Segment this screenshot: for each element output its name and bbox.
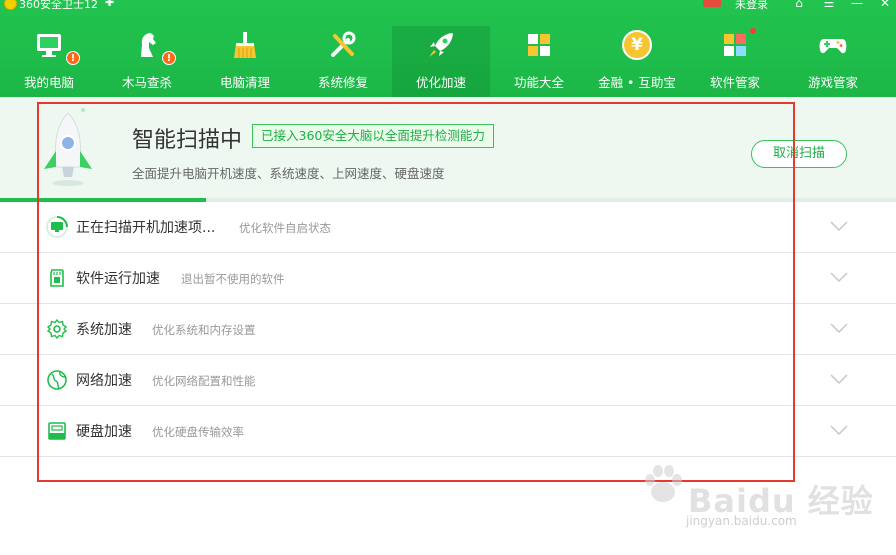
coin-icon: ¥ bbox=[622, 30, 652, 60]
gamepad-icon bbox=[819, 39, 847, 54]
nav-label: 功能大全 bbox=[513, 75, 564, 90]
scanning-monitor-icon bbox=[46, 216, 68, 238]
menu-button[interactable]: ☰ bbox=[820, 0, 838, 10]
baidu-watermark: Baidu 经验 jingyan.baidu.com bbox=[640, 452, 880, 542]
item-subtitle: 优化网络配置和性能 bbox=[152, 374, 256, 388]
rocket-illustration-icon bbox=[44, 108, 92, 186]
watermark-text: Baidu 经验 bbox=[688, 482, 874, 520]
chevron-down-icon[interactable] bbox=[829, 322, 849, 334]
nav-item-all-features[interactable]: 功能大全 bbox=[490, 26, 588, 97]
chevron-down-icon[interactable] bbox=[829, 220, 849, 232]
globe-icon bbox=[47, 370, 67, 390]
list-item-network-acceleration[interactable]: 网络加速 优化网络配置和性能 bbox=[0, 355, 896, 406]
item-title: 系统加速 bbox=[76, 322, 132, 338]
horse-icon bbox=[141, 33, 156, 57]
cancel-scan-button[interactable]: 取消扫描 bbox=[751, 140, 847, 168]
rocket-icon bbox=[429, 33, 453, 57]
nav-item-software[interactable]: 软件管家 bbox=[686, 26, 784, 97]
watermark-url: jingyan.baidu.com bbox=[686, 514, 797, 528]
main-nav: ! 我的电脑 ! 木马查杀 电脑清理 系统修复 优化加速 功能大全 ¥ 金融 •… bbox=[0, 26, 896, 97]
gift-icon[interactable] bbox=[703, 0, 721, 7]
nav-label: 电脑清理 bbox=[219, 75, 270, 90]
nav-label: 游戏管家 bbox=[807, 75, 858, 90]
item-subtitle: 优化硬盘传输效率 bbox=[152, 425, 244, 439]
app-logo-icon bbox=[4, 0, 17, 10]
chevron-down-icon[interactable] bbox=[829, 424, 849, 436]
gear-icon bbox=[46, 318, 68, 340]
nav-item-cleanup[interactable]: 电脑清理 bbox=[196, 26, 294, 97]
item-title: 网络加速 bbox=[76, 373, 132, 389]
item-subtitle: 退出暂不使用的软件 bbox=[181, 272, 285, 286]
item-subtitle: 优化软件自启状态 bbox=[239, 221, 331, 235]
nav-label: 我的电脑 bbox=[23, 75, 74, 90]
skin-button[interactable]: ⌂ bbox=[790, 0, 808, 10]
minimize-button[interactable]: — bbox=[848, 0, 866, 10]
item-title: 软件运行加速 bbox=[76, 271, 160, 287]
item-subtitle: 优化系统和内存设置 bbox=[152, 323, 256, 337]
login-link[interactable]: 未登录 bbox=[735, 0, 768, 12]
nav-item-my-computer[interactable]: ! 我的电脑 bbox=[0, 26, 98, 97]
list-item-software-acceleration[interactable]: 软件运行加速 退出暂不使用的软件 bbox=[0, 253, 896, 304]
list-item-boot-acceleration[interactable]: 正在扫描开机加速项... 优化软件自启状态 bbox=[0, 202, 896, 253]
nav-item-games[interactable]: 游戏管家 bbox=[784, 26, 882, 97]
chevron-down-icon[interactable] bbox=[829, 271, 849, 283]
nav-label: 木马查杀 bbox=[121, 75, 172, 90]
nav-item-optimize[interactable]: 优化加速 bbox=[392, 26, 490, 97]
hard-disk-icon bbox=[48, 422, 66, 440]
item-title: 正在扫描开机加速项... bbox=[76, 220, 216, 236]
alert-badge: ! bbox=[66, 51, 80, 65]
nav-label: 软件管家 bbox=[709, 75, 760, 90]
computer-icon bbox=[37, 34, 61, 57]
list-item-disk-acceleration[interactable]: 硬盘加速 优化硬盘传输效率 bbox=[0, 406, 896, 457]
app-header: 360安全卫士12 ✚ 未登录 ⌂ ☰ — ✕ ! 我的电脑 ! 木马查杀 电脑… bbox=[0, 0, 896, 97]
nav-label: 系统修复 bbox=[317, 75, 368, 90]
sd-card-icon bbox=[50, 269, 64, 287]
item-title: 硬盘加速 bbox=[76, 424, 132, 440]
nav-item-trojan-scan[interactable]: ! 木马查杀 bbox=[98, 26, 196, 97]
close-button[interactable]: ✕ bbox=[876, 0, 894, 10]
grid-icon bbox=[528, 34, 550, 56]
software-icon bbox=[724, 34, 746, 56]
upgrade-icon[interactable]: ✚ bbox=[105, 0, 114, 9]
nav-label: 优化加速 bbox=[415, 75, 466, 90]
tools-icon bbox=[331, 31, 356, 57]
scan-banner: 智能扫描中 已接入360安全大脑以全面提升检测能力 全面提升电脑开机速度、系统速… bbox=[0, 97, 896, 202]
scan-title: 智能扫描中 bbox=[132, 128, 243, 153]
nav-item-system-repair[interactable]: 系统修复 bbox=[294, 26, 392, 97]
app-title: 360安全卫士12 bbox=[19, 0, 98, 11]
baidu-paw-logo-icon bbox=[645, 465, 682, 502]
notification-dot bbox=[750, 28, 756, 34]
title-bar: 360安全卫士12 ✚ 未登录 ⌂ ☰ — ✕ bbox=[0, 0, 896, 14]
nav-label: 金融 • 互助宝 bbox=[598, 75, 676, 90]
security-brain-badge: 已接入360安全大脑以全面提升检测能力 bbox=[252, 124, 494, 148]
chevron-down-icon[interactable] bbox=[829, 373, 849, 385]
scan-description: 全面提升电脑开机速度、系统速度、上网速度、硬盘速度 bbox=[132, 166, 445, 181]
optimization-item-list: 正在扫描开机加速项... 优化软件自启状态 软件运行加速 退出暂不使用的软件 系… bbox=[0, 202, 896, 457]
broom-icon bbox=[234, 32, 256, 58]
list-item-system-acceleration[interactable]: 系统加速 优化系统和内存设置 bbox=[0, 304, 896, 355]
nav-item-finance[interactable]: ¥ 金融 • 互助宝 bbox=[588, 26, 686, 97]
alert-badge: ! bbox=[162, 51, 176, 65]
